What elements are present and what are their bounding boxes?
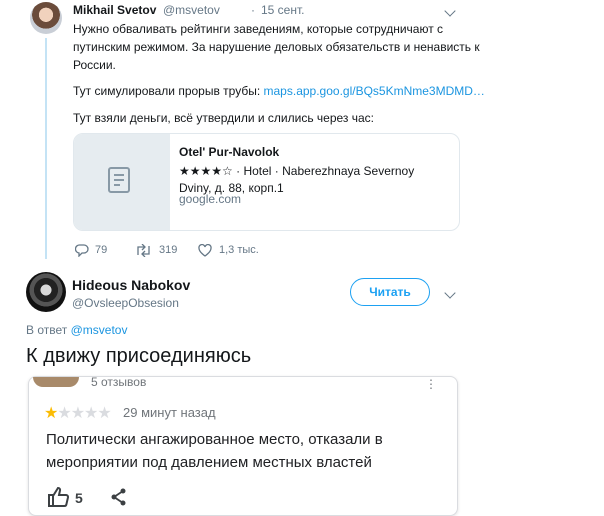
like-count: 1,3 тыс. bbox=[219, 244, 259, 256]
star-icon: ★ bbox=[84, 405, 98, 422]
star-rating: ★★★★★ bbox=[44, 403, 112, 423]
reply-icon[interactable] bbox=[75, 244, 89, 257]
card-title: Otel' Pur-Navolok bbox=[179, 145, 280, 159]
more-vert-icon: ⋮ bbox=[425, 377, 437, 391]
author-handle[interactable]: @msvetov bbox=[163, 3, 220, 17]
link-card[interactable]: Otel' Pur-Navolok ★★★★☆ · Hotel · Nabere… bbox=[73, 133, 460, 231]
avatar[interactable] bbox=[30, 2, 62, 34]
tweet-date[interactable]: 15 сент. bbox=[261, 3, 304, 17]
author-name[interactable]: Mikhail Svetov bbox=[73, 3, 156, 17]
star-icon: ★ bbox=[44, 405, 58, 422]
reply-context: В ответ @msvetov bbox=[26, 323, 127, 337]
tweet-text: К движу присоединяюсь bbox=[26, 345, 252, 367]
chevron-down-icon[interactable] bbox=[444, 287, 456, 299]
avatar[interactable] bbox=[26, 272, 66, 312]
star-icon: ★ bbox=[97, 405, 111, 422]
thread-line bbox=[45, 38, 47, 259]
reply-prefix: В ответ bbox=[26, 323, 71, 337]
follow-button[interactable]: Читать bbox=[350, 278, 430, 306]
star-icon: ★ bbox=[57, 405, 71, 422]
heart-icon[interactable] bbox=[198, 244, 212, 257]
author-name[interactable]: Hideous Nabokov bbox=[72, 277, 190, 293]
tweet-text-line: России. bbox=[73, 58, 116, 72]
review-text: Политически ангажированное место, отказа… bbox=[46, 431, 383, 471]
review-count: 5 отзывов bbox=[91, 375, 147, 389]
thumb-up-icon bbox=[48, 487, 69, 507]
maps-link[interactable]: maps.app.goo.gl/BQs5KmNme3MDMD… bbox=[264, 84, 485, 98]
pipe-text: Тут симулировали прорыв трубы: bbox=[73, 84, 264, 98]
author-handle[interactable]: @OvsleepObsesion bbox=[72, 296, 179, 310]
review-time: 29 минут назад bbox=[123, 405, 216, 420]
review-like-count: 5 bbox=[75, 490, 83, 506]
card-url: google.com bbox=[179, 192, 242, 206]
reviewer-avatar bbox=[33, 377, 79, 387]
tweet-text-line: Тут взяли деньги, всё утвердили и слилис… bbox=[73, 111, 375, 125]
reply-count: 79 bbox=[95, 244, 108, 256]
star-icon: ★ bbox=[70, 405, 85, 422]
retweet-count: 319 bbox=[159, 244, 178, 256]
tweet-text-line: путинским режимом. За нарушение деловых … bbox=[73, 40, 480, 54]
reply-mention[interactable]: @msvetov bbox=[71, 323, 128, 337]
document-icon bbox=[108, 167, 130, 193]
separator-dot: · bbox=[251, 3, 255, 17]
chevron-down-icon[interactable] bbox=[444, 5, 456, 17]
tweet-text-line: Нужно обваливать рейтинги заведениям, ко… bbox=[73, 22, 444, 36]
share-icon bbox=[111, 488, 126, 506]
tweet-text-line: Тут симулировали прорыв трубы: maps.app.… bbox=[73, 84, 485, 98]
retweet-icon[interactable] bbox=[135, 244, 152, 257]
card-thumbnail bbox=[74, 134, 170, 230]
